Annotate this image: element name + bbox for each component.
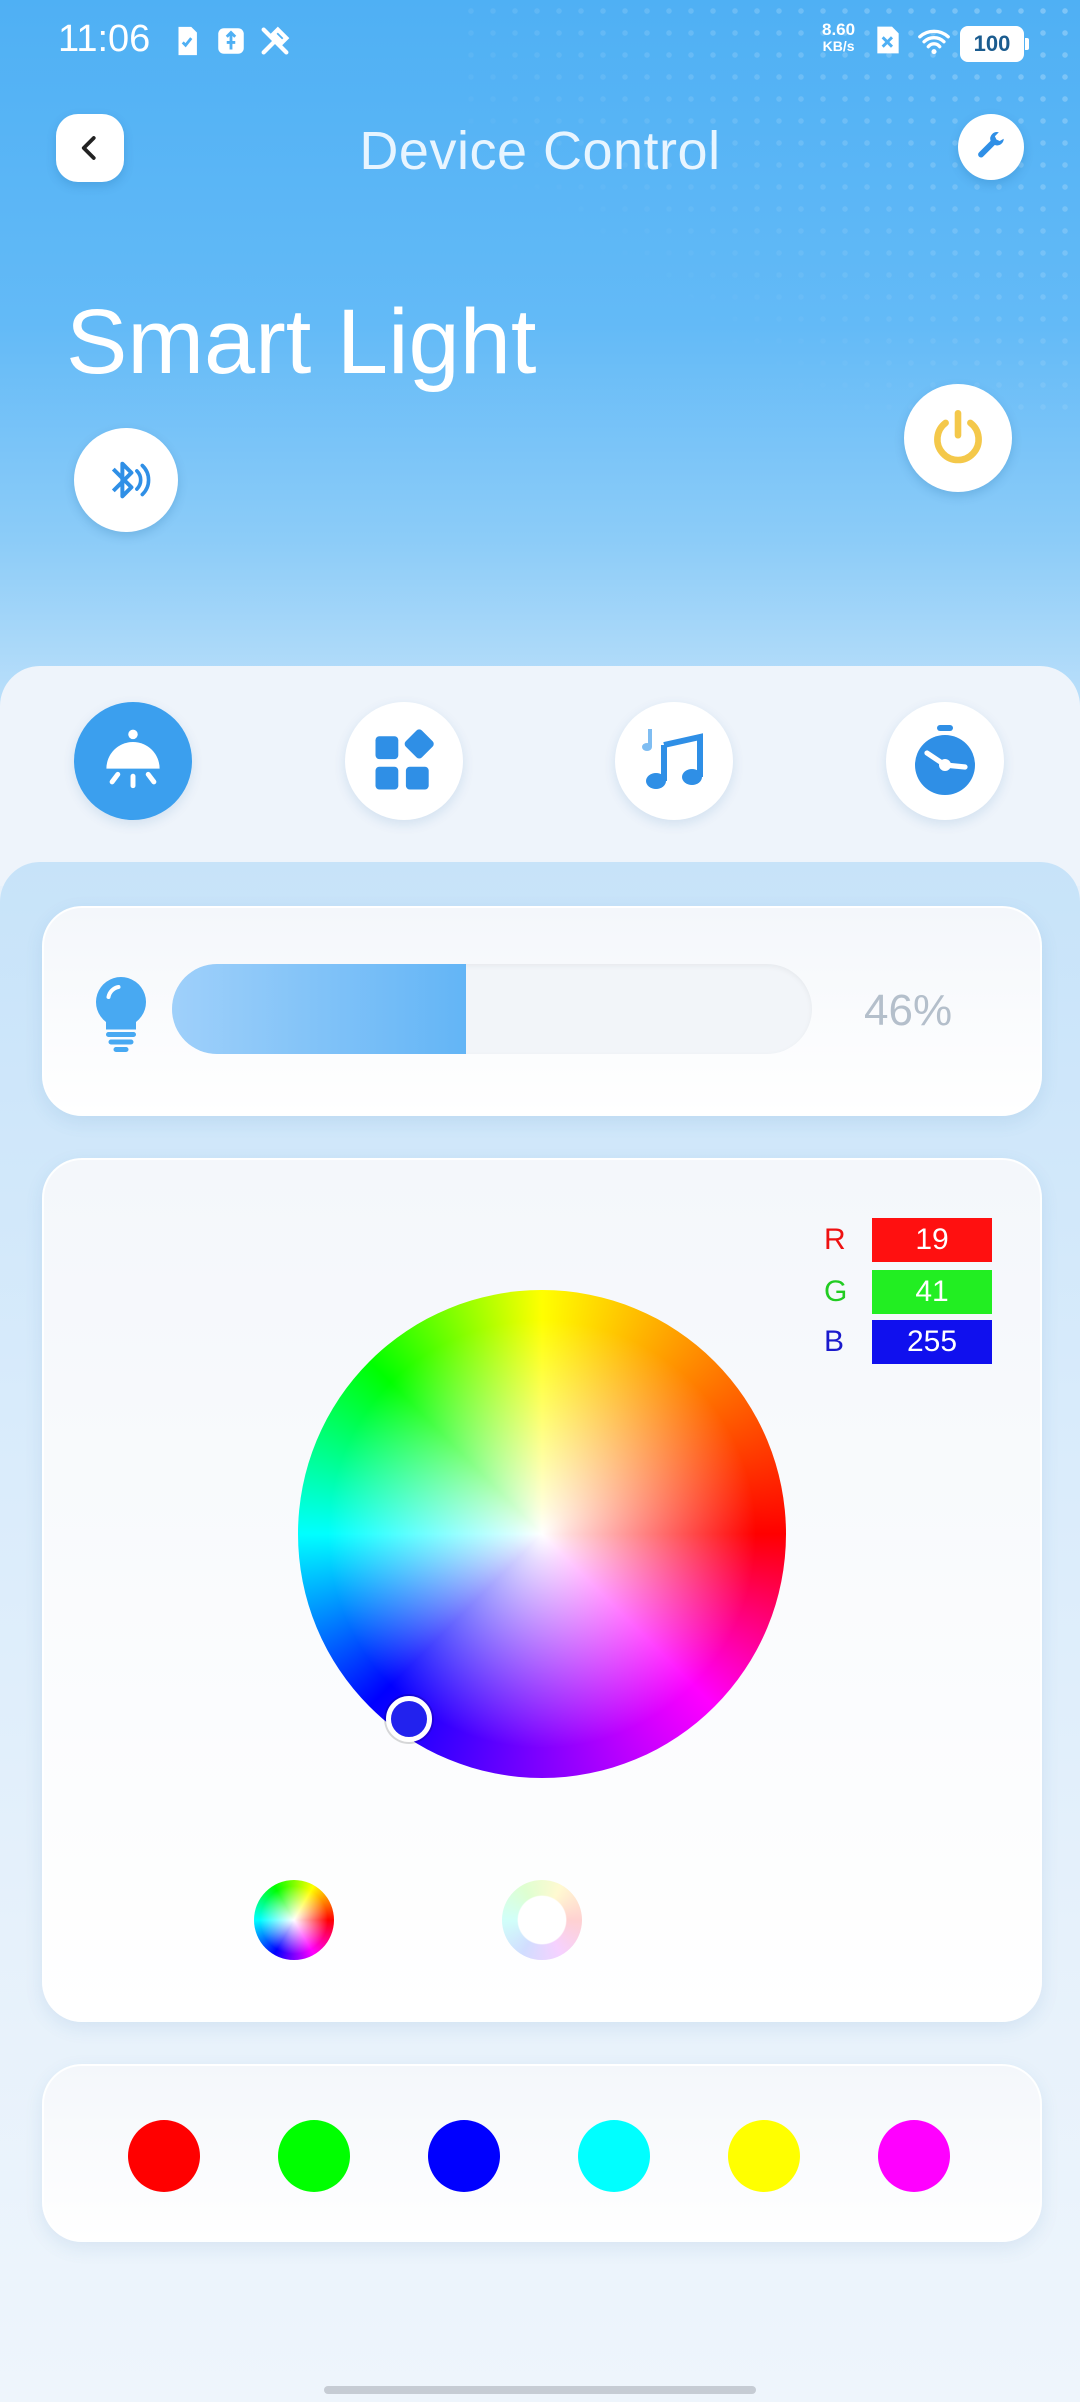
color-wheel-mode-button[interactable]	[254, 1880, 334, 1960]
rgb-r-row: R 19	[824, 1218, 992, 1262]
rgb-b-value[interactable]: 255	[872, 1320, 992, 1364]
rgb-b-row: B 255	[824, 1320, 992, 1364]
brightness-slider[interactable]	[172, 964, 812, 1054]
rgb-r-label: R	[824, 1223, 846, 1256]
tools-icon	[261, 26, 290, 55]
power-icon	[934, 409, 982, 464]
brightness-percent: 46%	[864, 986, 953, 1035]
rgb-g-label: G	[824, 1275, 848, 1308]
color-card: R 19 G 41 B 255	[42, 1158, 1042, 2022]
net-speed: 8.60 KB/s	[822, 20, 856, 54]
color-wheel-selector[interactable]	[386, 1696, 432, 1742]
rgb-g-value[interactable]: 41	[872, 1270, 992, 1314]
status-bar: 11:06 8.60 KB/s 100	[0, 0, 1080, 84]
shield-check-icon	[178, 26, 197, 56]
device-name: Smart Light	[66, 291, 537, 393]
preset-color-yellow[interactable]	[728, 2120, 800, 2192]
preset-color-red[interactable]	[128, 2120, 200, 2192]
mode-tab-music[interactable]	[615, 702, 733, 820]
preset-colors-card	[42, 2064, 1042, 2242]
usb-debug-icon	[218, 28, 244, 54]
color-ring-mode-button[interactable]	[502, 1880, 582, 1960]
bluetooth-button[interactable]	[74, 428, 178, 532]
preset-color-cyan[interactable]	[578, 2120, 650, 2192]
brightness-card: 46%	[42, 906, 1042, 1116]
mode-tab-timer[interactable]	[886, 702, 1004, 820]
wifi-icon	[918, 29, 950, 55]
bluetooth-icon	[111, 461, 151, 499]
net-speed-value: 8.60	[822, 20, 856, 39]
wrench-icon	[978, 132, 1004, 158]
music-note-icon	[642, 729, 703, 789]
brightness-slider-fill	[172, 964, 467, 1054]
grid-apps-icon	[375, 729, 434, 790]
status-time: 11:06	[58, 18, 151, 60]
timer-icon	[915, 725, 975, 795]
net-speed-unit: KB/s	[822, 38, 855, 54]
preset-color-blue[interactable]	[428, 2120, 500, 2192]
ceiling-lamp-icon	[106, 729, 160, 789]
mode-tab-light[interactable]	[74, 702, 192, 820]
sim-off-icon	[877, 26, 899, 54]
preset-color-magenta[interactable]	[878, 2120, 950, 2192]
rgb-g-row: G 41	[824, 1270, 992, 1314]
settings-button[interactable]	[958, 114, 1024, 180]
bulb-icon	[96, 977, 146, 1052]
power-button[interactable]	[904, 384, 1012, 492]
rgb-r-value[interactable]: 19	[872, 1218, 992, 1262]
color-wheel[interactable]	[298, 1290, 786, 1778]
home-indicator[interactable]	[324, 2386, 756, 2394]
rgb-b-label: B	[824, 1325, 845, 1358]
preset-color-green[interactable]	[278, 2120, 350, 2192]
mode-tab-scenes[interactable]	[345, 702, 463, 820]
battery-indicator: 100	[960, 26, 1029, 62]
page-title: Device Control	[359, 121, 721, 181]
